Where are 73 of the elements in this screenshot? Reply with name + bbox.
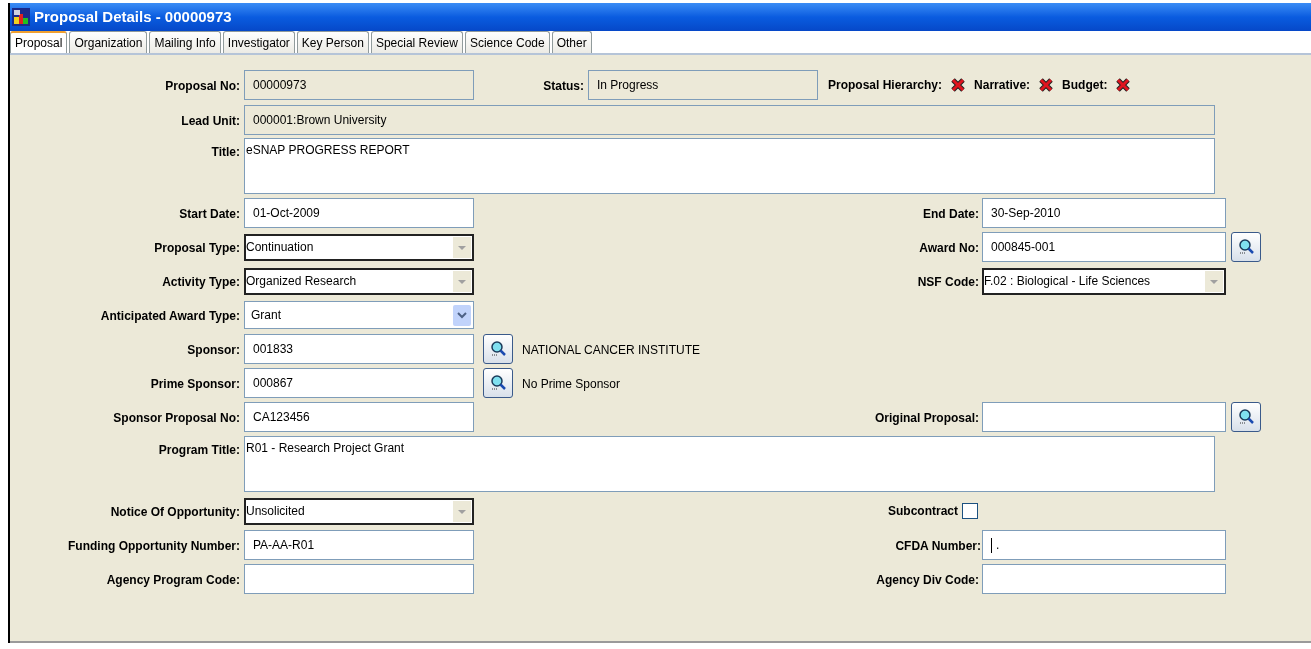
text-cursor [991, 537, 992, 553]
caret-down-icon [453, 500, 471, 522]
dropdown[interactable]: Grant [244, 301, 474, 329]
field-label: Activity Type: [162, 275, 240, 289]
field-label: Notice Of Opportunity: [110, 505, 240, 519]
input-field[interactable]: 000845-001 [982, 232, 1226, 262]
magnifier-icon [489, 340, 507, 358]
dropdown[interactable]: Continuation [244, 233, 474, 261]
sponsor-name: No Prime Sponsor [522, 377, 621, 391]
tab[interactable]: Organization [69, 31, 148, 53]
field-label: Original Proposal: [875, 411, 979, 425]
tab[interactable]: Key Person [296, 31, 369, 53]
field-label: Sponsor Proposal No: [113, 411, 240, 425]
app-icon [12, 8, 30, 26]
field-label: Proposal Hierarchy: [828, 77, 943, 94]
search-button[interactable] [483, 334, 513, 364]
input-field[interactable] [982, 402, 1226, 432]
field-label: Agency Div Code: [876, 573, 979, 587]
field-label: Subcontract [888, 503, 958, 520]
tab[interactable]: Science Code [464, 31, 550, 53]
tab[interactable]: Special Review [370, 31, 463, 53]
chevron-down-icon [453, 304, 471, 326]
tab[interactable]: Mailing Info [149, 31, 221, 53]
field-label: Title: [211, 145, 240, 159]
field-label: Prime Sponsor: [150, 377, 240, 391]
search-button[interactable] [1231, 402, 1261, 432]
checkbox[interactable] [962, 503, 978, 519]
field-label: Status: [543, 79, 584, 93]
input-field[interactable]: 01-Oct-2009 [244, 198, 474, 228]
input-field[interactable]: 30-Sep-2010 [982, 198, 1226, 228]
field-label: Award No: [919, 241, 979, 255]
magnifier-icon [1237, 408, 1255, 426]
field-label: NSF Code: [917, 275, 979, 289]
field-label: Program Title: [158, 443, 240, 457]
input-field[interactable]: . [982, 530, 1226, 560]
text-area[interactable]: R01 - Research Project Grant [244, 436, 1215, 492]
field-label: Agency Program Code: [106, 573, 240, 587]
search-button[interactable] [1231, 232, 1261, 262]
input-field[interactable]: 000867 [244, 368, 474, 398]
input-field[interactable]: 00000973 [244, 70, 474, 100]
caret-down-icon [453, 270, 471, 292]
dropdown[interactable]: Organized Research [244, 267, 474, 295]
field-label: Funding Opportunity Number: [68, 539, 240, 553]
search-button[interactable] [483, 368, 513, 398]
input-field[interactable]: CA123456 [244, 402, 474, 432]
dropdown[interactable]: Unsolicited [244, 497, 474, 525]
field-label: Proposal Type: [154, 241, 240, 255]
input-field[interactable] [982, 564, 1226, 594]
input-field[interactable]: 000001:Brown University [244, 104, 1215, 135]
tab[interactable]: Proposal [10, 31, 68, 53]
field-label: Start Date: [179, 207, 240, 221]
input-field[interactable]: PA-AA-R01 [244, 530, 474, 560]
input-field[interactable]: 001833 [244, 334, 474, 364]
magnifier-icon [1237, 238, 1255, 256]
field-label: Anticipated Award Type: [100, 309, 240, 323]
field-label: Sponsor: [187, 343, 240, 357]
input-field[interactable] [244, 564, 474, 594]
field-label: End Date: [923, 207, 979, 221]
window-title: Proposal Details - 00000973 [34, 6, 232, 27]
field-label: Budget: [1062, 77, 1108, 94]
field-label: CFDA Number: [895, 539, 981, 553]
tab[interactable]: Investigator [222, 31, 295, 53]
field-label: Lead Unit: [181, 113, 240, 128]
field-label: Narrative: [974, 77, 1031, 94]
caret-down-icon [453, 236, 471, 258]
magnifier-icon [489, 374, 507, 392]
dropdown[interactable]: F.02 : Biological - Life Sciences [982, 267, 1226, 295]
tab[interactable]: Other [551, 31, 592, 53]
input-field[interactable]: In Progress [588, 70, 818, 100]
text-area[interactable]: eSNAP PROGRESS REPORT [244, 138, 1215, 194]
field-label: Proposal No: [165, 79, 240, 93]
caret-down-icon [1205, 270, 1223, 292]
sponsor-name: NATIONAL CANCER INSTITUTE [522, 343, 700, 357]
